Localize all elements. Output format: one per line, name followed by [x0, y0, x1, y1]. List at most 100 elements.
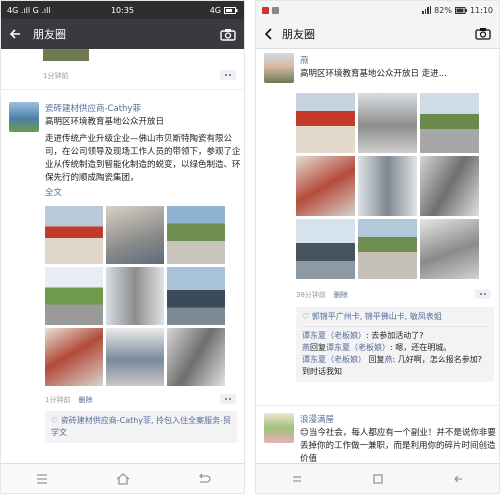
battery-icon	[224, 6, 238, 14]
photo-5[interactable]	[106, 267, 164, 325]
avatar[interactable]	[264, 53, 294, 83]
photo-7[interactable]	[296, 219, 355, 279]
likes-list[interactable]: ♡ 瓷砖建材供应商-Cathy菲, 拎包入住全案服务-贸学文	[51, 415, 231, 439]
nav-title: 朋友圈	[282, 27, 315, 41]
clock: 11:10	[469, 5, 493, 15]
photo-grid	[296, 93, 479, 279]
status-bar: 82% 11:10	[256, 1, 499, 19]
comment-item[interactable]: 谭东夏（老板娘）: 去参加活动了?	[302, 330, 488, 342]
post-time: 38分钟前	[296, 291, 326, 299]
more-button[interactable]	[220, 394, 236, 404]
full-text-link[interactable]: 全文	[45, 187, 62, 200]
nav-title: 朋友圈	[33, 28, 66, 41]
photo-9[interactable]	[167, 328, 225, 386]
comment-text: 去参加活动了?	[371, 331, 424, 340]
photo-1[interactable]	[45, 206, 103, 264]
status-bar: 4G .ıll G .ıll 10:35 4G	[1, 1, 244, 19]
photo-3[interactable]	[420, 93, 479, 153]
more-button[interactable]	[475, 289, 491, 299]
system-nav-bar	[1, 463, 244, 493]
signal-indicator: 4G .ıll G .ıll	[7, 6, 51, 15]
photo-4[interactable]	[45, 267, 103, 325]
nav-bar: 朋友圈	[1, 19, 244, 49]
photo-8[interactable]	[106, 328, 164, 386]
home-icon[interactable]	[116, 472, 130, 485]
back-key-icon[interactable]	[197, 473, 211, 485]
heart-icon: ♡	[302, 312, 312, 321]
post-title: 高明区环境教育基地公众开放日 走进...	[300, 69, 447, 79]
post-author[interactable]: 浪漫满屋	[300, 413, 334, 425]
menu-icon[interactable]	[35, 473, 49, 485]
avatar[interactable]	[264, 413, 294, 443]
back-chevron-icon[interactable]	[264, 27, 274, 40]
reply-word: 回复	[310, 343, 326, 352]
battery-indicator: 82% 11:10	[422, 6, 493, 15]
photo-8[interactable]	[358, 219, 417, 279]
camera-icon[interactable]	[220, 28, 236, 41]
left-phone-screen: 4G .ıll G .ıll 10:35 4G 朋友圈 1分钟前 瓷砖建材供应商…	[0, 0, 245, 494]
comment-author[interactable]: 谭东夏（老板娘）	[302, 331, 366, 340]
likes-text[interactable]: 瓷砖建材供应商-Cathy菲, 拎包入住全案服务-贸学文	[51, 416, 231, 437]
photo-5[interactable]	[358, 156, 417, 216]
post-time: 1分钟前	[43, 72, 69, 80]
battery-icon	[454, 6, 467, 14]
avatar[interactable]	[9, 102, 39, 132]
moments-feed[interactable]: 燕 高明区环境教育基地公众开放日 走进... 38分钟前 删除 ♡ 郭锦平广州卡…	[256, 49, 499, 464]
reply-word: 回复	[366, 355, 385, 364]
photo-2[interactable]	[358, 93, 417, 153]
photo-6[interactable]	[420, 156, 479, 216]
photo-9[interactable]	[420, 219, 479, 279]
previous-post-meta: 1分钟前	[43, 71, 68, 81]
battery-percent: 82%	[434, 5, 452, 15]
right-phone-screen: 82% 11:10 朋友圈 燕 高明区环境教育基地公众开放日 走进... 38分…	[255, 0, 500, 494]
divider	[1, 89, 244, 90]
recent-apps-icon[interactable]	[290, 473, 304, 485]
post-time: 1分钟前	[45, 396, 71, 404]
photo-3[interactable]	[167, 206, 225, 264]
app-notification-icon	[272, 6, 279, 14]
photo-7[interactable]	[45, 328, 103, 386]
likes-box: ♡ 瓷砖建材供应商-Cathy菲, 拎包入住全案服务-贸学文	[45, 411, 237, 443]
divider	[256, 405, 499, 406]
notification-icons	[262, 6, 279, 14]
back-key-icon[interactable]	[452, 473, 466, 485]
network-text: 4G	[209, 5, 221, 15]
reply-target[interactable]: 谭东夏（老板娘）	[326, 343, 390, 352]
carrier-text: 4G .ıll G .ıll	[7, 5, 51, 15]
system-nav-bar	[256, 463, 499, 493]
likes-text[interactable]: 郭锦平广州卡, 锦平佛山卡, 敏凤表姐	[312, 312, 442, 321]
likes-list[interactable]: ♡ 郭锦平广州卡, 锦平佛山卡, 敏凤表姐	[302, 311, 488, 327]
photo-6[interactable]	[167, 267, 225, 325]
photo-grid	[45, 206, 225, 386]
comment-item[interactable]: 燕回复谭东夏（老板娘）: 嗯，还在明城。	[302, 342, 488, 354]
heart-icon: ♡	[51, 416, 61, 425]
signal-icon	[422, 6, 432, 14]
post-title: 高明区环境教育基地公众开放日	[45, 117, 165, 127]
moments-feed[interactable]: 1分钟前 瓷砖建材供应商-Cathy菲 高明区环境教育基地公众开放日 走进传统产…	[1, 49, 244, 463]
nav-bar: 朋友圈	[256, 19, 499, 49]
comments-box: ♡ 郭锦平广州卡, 锦平佛山卡, 敏凤表姐 谭东夏（老板娘）: 去参加活动了? …	[296, 307, 494, 382]
home-icon[interactable]	[371, 473, 385, 485]
post-meta: 1分钟前 删除	[45, 395, 92, 405]
battery-indicator: 4G	[210, 6, 238, 15]
comment-author[interactable]: 燕	[302, 343, 310, 352]
reply-target[interactable]: 燕	[385, 355, 393, 364]
camera-icon[interactable]	[475, 27, 491, 40]
post-body: 走进传统产业升级企业—佛山市贝斯特陶瓷有限公司，在公司领导及现场工作人员的带领下…	[45, 134, 241, 183]
post-author[interactable]: 瓷砖建材供应商-Cathy菲	[45, 102, 141, 114]
post-meta: 38分钟前 删除	[296, 290, 348, 300]
photo-4[interactable]	[296, 156, 355, 216]
app-notification-icon	[262, 6, 269, 14]
comment-item[interactable]: 谭东夏（老板娘） 回复燕: 几好啊，怎么报名参加? 到时话我知	[302, 354, 488, 378]
photo-2[interactable]	[106, 206, 164, 264]
photo-1[interactable]	[296, 93, 355, 153]
back-arrow-icon[interactable]	[9, 28, 21, 40]
previous-post-image[interactable]	[43, 49, 89, 61]
delete-link[interactable]: 删除	[334, 290, 348, 300]
more-button[interactable]	[220, 70, 236, 80]
comment-text: 嗯，还在明城。	[395, 343, 452, 352]
delete-link[interactable]: 删除	[78, 395, 92, 405]
comment-author[interactable]: 谭东夏（老板娘）	[302, 355, 366, 364]
post-author[interactable]: 燕	[300, 54, 309, 66]
post-body: 😊当今社会，每人都应有一个副业！并不是说你非要丢掉你的工作做一兼职，而是利用你的…	[300, 428, 496, 464]
